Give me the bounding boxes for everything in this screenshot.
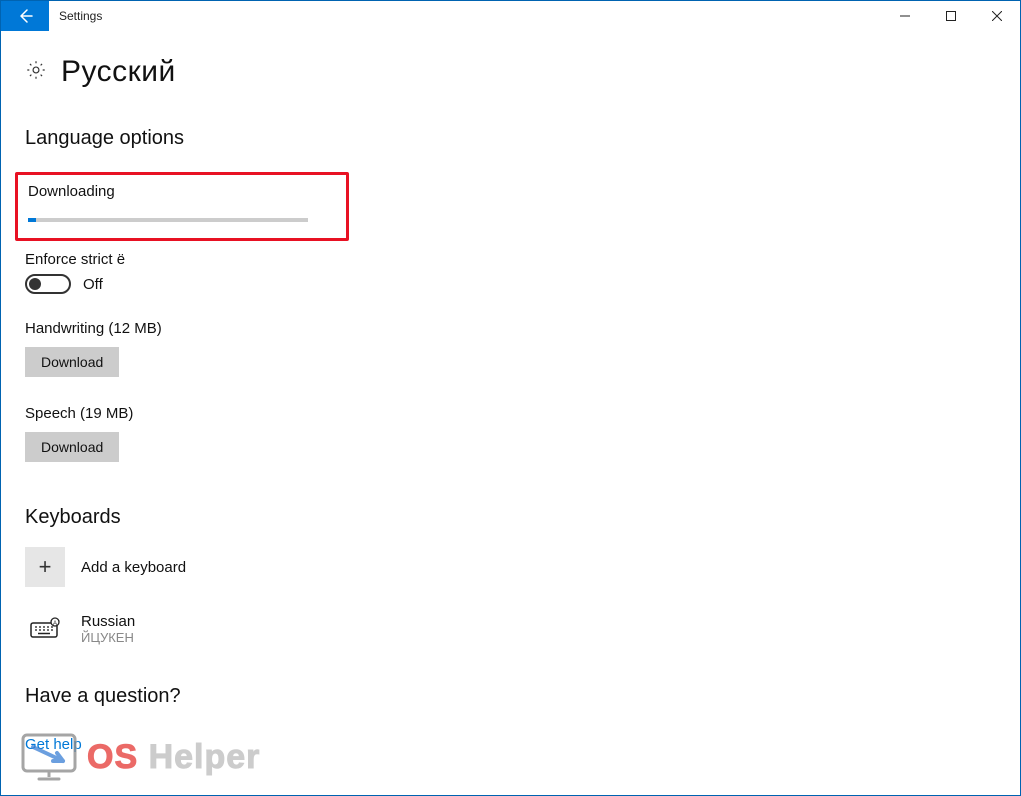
question-heading: Have a question? (25, 685, 1020, 708)
minimize-icon (900, 11, 910, 21)
keyboards-heading: Keyboards (25, 506, 1020, 529)
keyboard-item[interactable]: A Russian ЙЦУКЕН (25, 609, 1020, 649)
gear-icon (25, 59, 47, 86)
enforce-strict-label: Enforce strict ё (25, 251, 1020, 268)
enforce-strict-toggle[interactable] (25, 274, 71, 294)
downloading-label: Downloading (28, 183, 336, 200)
add-keyboard-label: Add a keyboard (81, 559, 186, 576)
download-progress (28, 218, 308, 222)
maximize-icon (946, 11, 956, 21)
titlebar: Settings (1, 1, 1020, 31)
monitor-icon (19, 731, 79, 783)
arrow-left-icon (17, 8, 33, 24)
window-title: Settings (49, 1, 102, 31)
keyboard-name: Russian (81, 613, 135, 630)
watermark-os: OS (87, 738, 138, 776)
download-progress-fill (28, 218, 36, 222)
content-area: Русский Language options Downloading Enf… (1, 31, 1020, 754)
downloading-highlight: Downloading (15, 172, 349, 241)
page-title: Русский (61, 55, 176, 89)
language-options-heading: Language options (25, 127, 1020, 150)
close-icon (992, 11, 1002, 21)
plus-icon: + (25, 547, 65, 587)
toggle-knob (29, 278, 41, 290)
toggle-state-label: Off (83, 276, 103, 293)
speech-download-button[interactable]: Download (25, 432, 119, 462)
maximize-button[interactable] (928, 1, 974, 31)
handwriting-download-button[interactable]: Download (25, 347, 119, 377)
minimize-button[interactable] (882, 1, 928, 31)
watermark-helper: Helper (149, 738, 261, 776)
add-keyboard-row[interactable]: + Add a keyboard (25, 547, 1020, 587)
keyboard-icon: A (25, 609, 65, 649)
svg-text:A: A (53, 621, 57, 627)
speech-label: Speech (19 MB) (25, 405, 1020, 422)
keyboard-layout: ЙЦУКЕН (81, 630, 135, 645)
watermark: OS Helper (19, 731, 260, 783)
handwriting-label: Handwriting (12 MB) (25, 320, 1020, 337)
close-button[interactable] (974, 1, 1020, 31)
back-button[interactable] (1, 1, 49, 31)
